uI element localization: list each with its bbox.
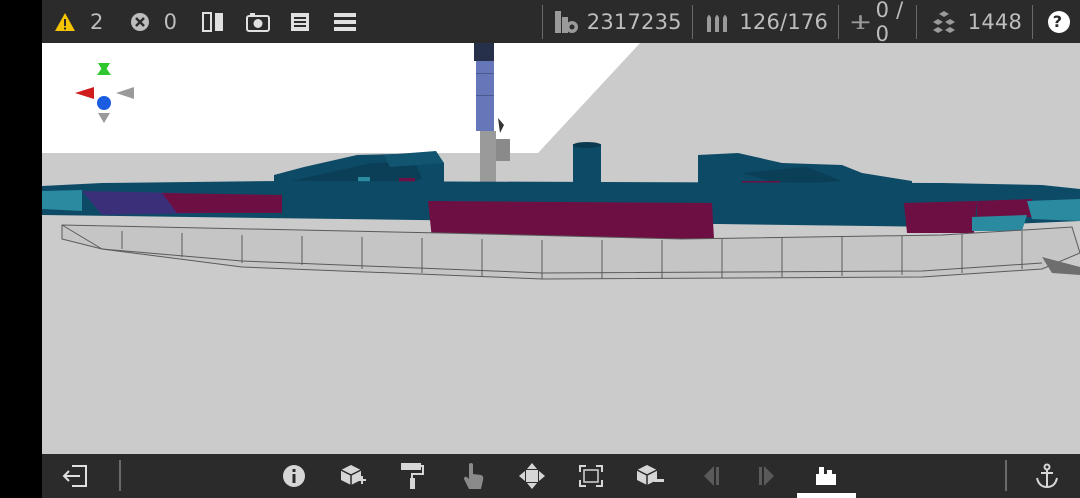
mirror-symmetry-icon (202, 11, 224, 32)
next-icon (759, 466, 774, 486)
top-toolbar: 2 0 2317235 126/176 0 / 0 1448 ? (42, 0, 1080, 46)
bottom-toolbar (42, 454, 1080, 498)
aircraft-value: 0 / 0 (875, 0, 904, 46)
ammo-value: 126/176 (739, 9, 829, 34)
cost-coin-stack-icon (554, 10, 578, 33)
divider (691, 4, 693, 39)
category-icon (816, 467, 836, 485)
aircraft-stat[interactable]: 0 / 0 (851, 0, 906, 46)
remove-part-button[interactable] (634, 454, 666, 498)
main-menu-button[interactable] (334, 0, 357, 43)
menu-icon (334, 12, 357, 31)
divider (1005, 460, 1007, 491)
exit-icon (62, 465, 87, 487)
move-arrows-icon (519, 463, 545, 489)
divider (916, 4, 917, 39)
error-x-circle-icon (130, 12, 149, 31)
errors-indicator[interactable]: 0 (130, 0, 178, 43)
help-label: ? (1052, 12, 1062, 31)
screenshot-button[interactable] (246, 0, 271, 43)
aircraft-icon (851, 14, 870, 29)
ship-render (42, 43, 1080, 454)
divider (1032, 4, 1033, 39)
next-button[interactable] (754, 454, 782, 498)
blueprint-info-button[interactable] (290, 0, 310, 43)
paint-button[interactable] (398, 454, 426, 498)
ship-editor: 2 0 2317235 126/176 0 / 0 1448 ? (42, 0, 1080, 498)
add-part-button[interactable] (338, 454, 368, 498)
select-button[interactable] (460, 454, 488, 498)
previous-button[interactable] (696, 454, 724, 498)
parts-stat[interactable]: 1448 (930, 0, 1022, 43)
help-button[interactable]: ? (1047, 0, 1080, 43)
cost-value: 2317235 (586, 9, 682, 34)
hand-pointer-icon (464, 463, 484, 489)
3d-viewport[interactable] (42, 43, 1080, 454)
category-button[interactable] (812, 454, 840, 498)
errors-count: 0 (163, 9, 178, 34)
document-icon (291, 12, 310, 31)
parts-value: 1448 (967, 9, 1023, 34)
previous-icon (704, 466, 719, 486)
scale-frame-icon (579, 465, 603, 487)
parts-stack-icon (932, 10, 955, 33)
move-button[interactable] (517, 454, 547, 498)
paint-roller-icon (401, 463, 424, 489)
anchor-button[interactable] (1032, 454, 1062, 498)
remove-part-icon (636, 465, 664, 485)
info-icon (283, 465, 305, 487)
warning-triangle-icon (55, 12, 75, 31)
info-button[interactable] (280, 454, 308, 498)
scale-button[interactable] (576, 454, 606, 498)
ammo-shells-icon (707, 14, 728, 32)
divider (838, 4, 839, 39)
ammo-stat[interactable]: 126/176 (705, 0, 828, 43)
cost-stat[interactable]: 2317235 (553, 0, 682, 43)
divider (542, 4, 543, 39)
warnings-indicator[interactable]: 2 (54, 0, 104, 43)
active-tool-indicator (797, 493, 856, 498)
warnings-count: 2 (90, 9, 104, 34)
anchor-icon (1036, 463, 1058, 489)
add-part-icon (340, 465, 366, 485)
exit-button[interactable] (60, 454, 92, 498)
camera-icon (246, 12, 271, 32)
mirror-button[interactable] (201, 0, 225, 43)
divider (119, 460, 121, 491)
